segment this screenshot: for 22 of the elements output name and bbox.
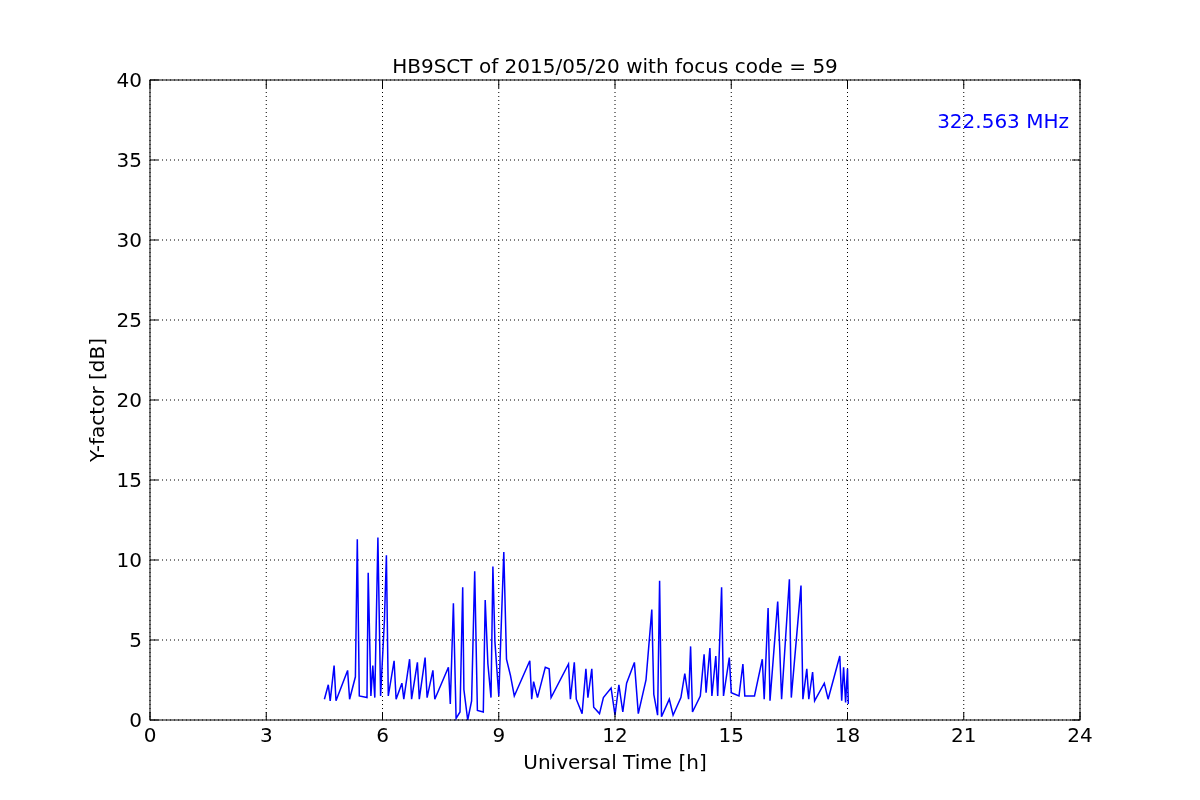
frequency-label: 322.563 MHz xyxy=(937,109,1069,133)
x-tick-label: 0 xyxy=(143,723,157,747)
x-tick-label: 12 xyxy=(602,723,628,747)
y-axis-label: Y-factor [dB] xyxy=(85,338,109,462)
x-tick-label: 24 xyxy=(1067,723,1093,747)
x-tick-label: 15 xyxy=(718,723,744,747)
y-tick-label: 0 xyxy=(129,708,142,732)
x-tick-label: 6 xyxy=(376,723,389,747)
x-tick-label: 21 xyxy=(951,723,977,747)
y-tick-label: 10 xyxy=(116,548,142,572)
y-tick-label: 35 xyxy=(116,148,142,172)
x-tick-label: 18 xyxy=(834,723,861,747)
y-tick-label: 15 xyxy=(116,468,142,492)
y-tick-label: 25 xyxy=(116,308,142,332)
x-tick-label: 3 xyxy=(259,723,273,747)
y-tick-label: 5 xyxy=(129,628,142,652)
y-tick-label: 20 xyxy=(116,388,142,412)
y-tick-label: 30 xyxy=(116,228,142,252)
y-tick-label: 40 xyxy=(116,68,142,92)
chart-title: HB9SCT of 2015/05/20 with focus code = 59 xyxy=(392,54,838,78)
x-axis-label: Universal Time [h] xyxy=(523,750,707,774)
x-tick-label: 9 xyxy=(492,723,506,747)
